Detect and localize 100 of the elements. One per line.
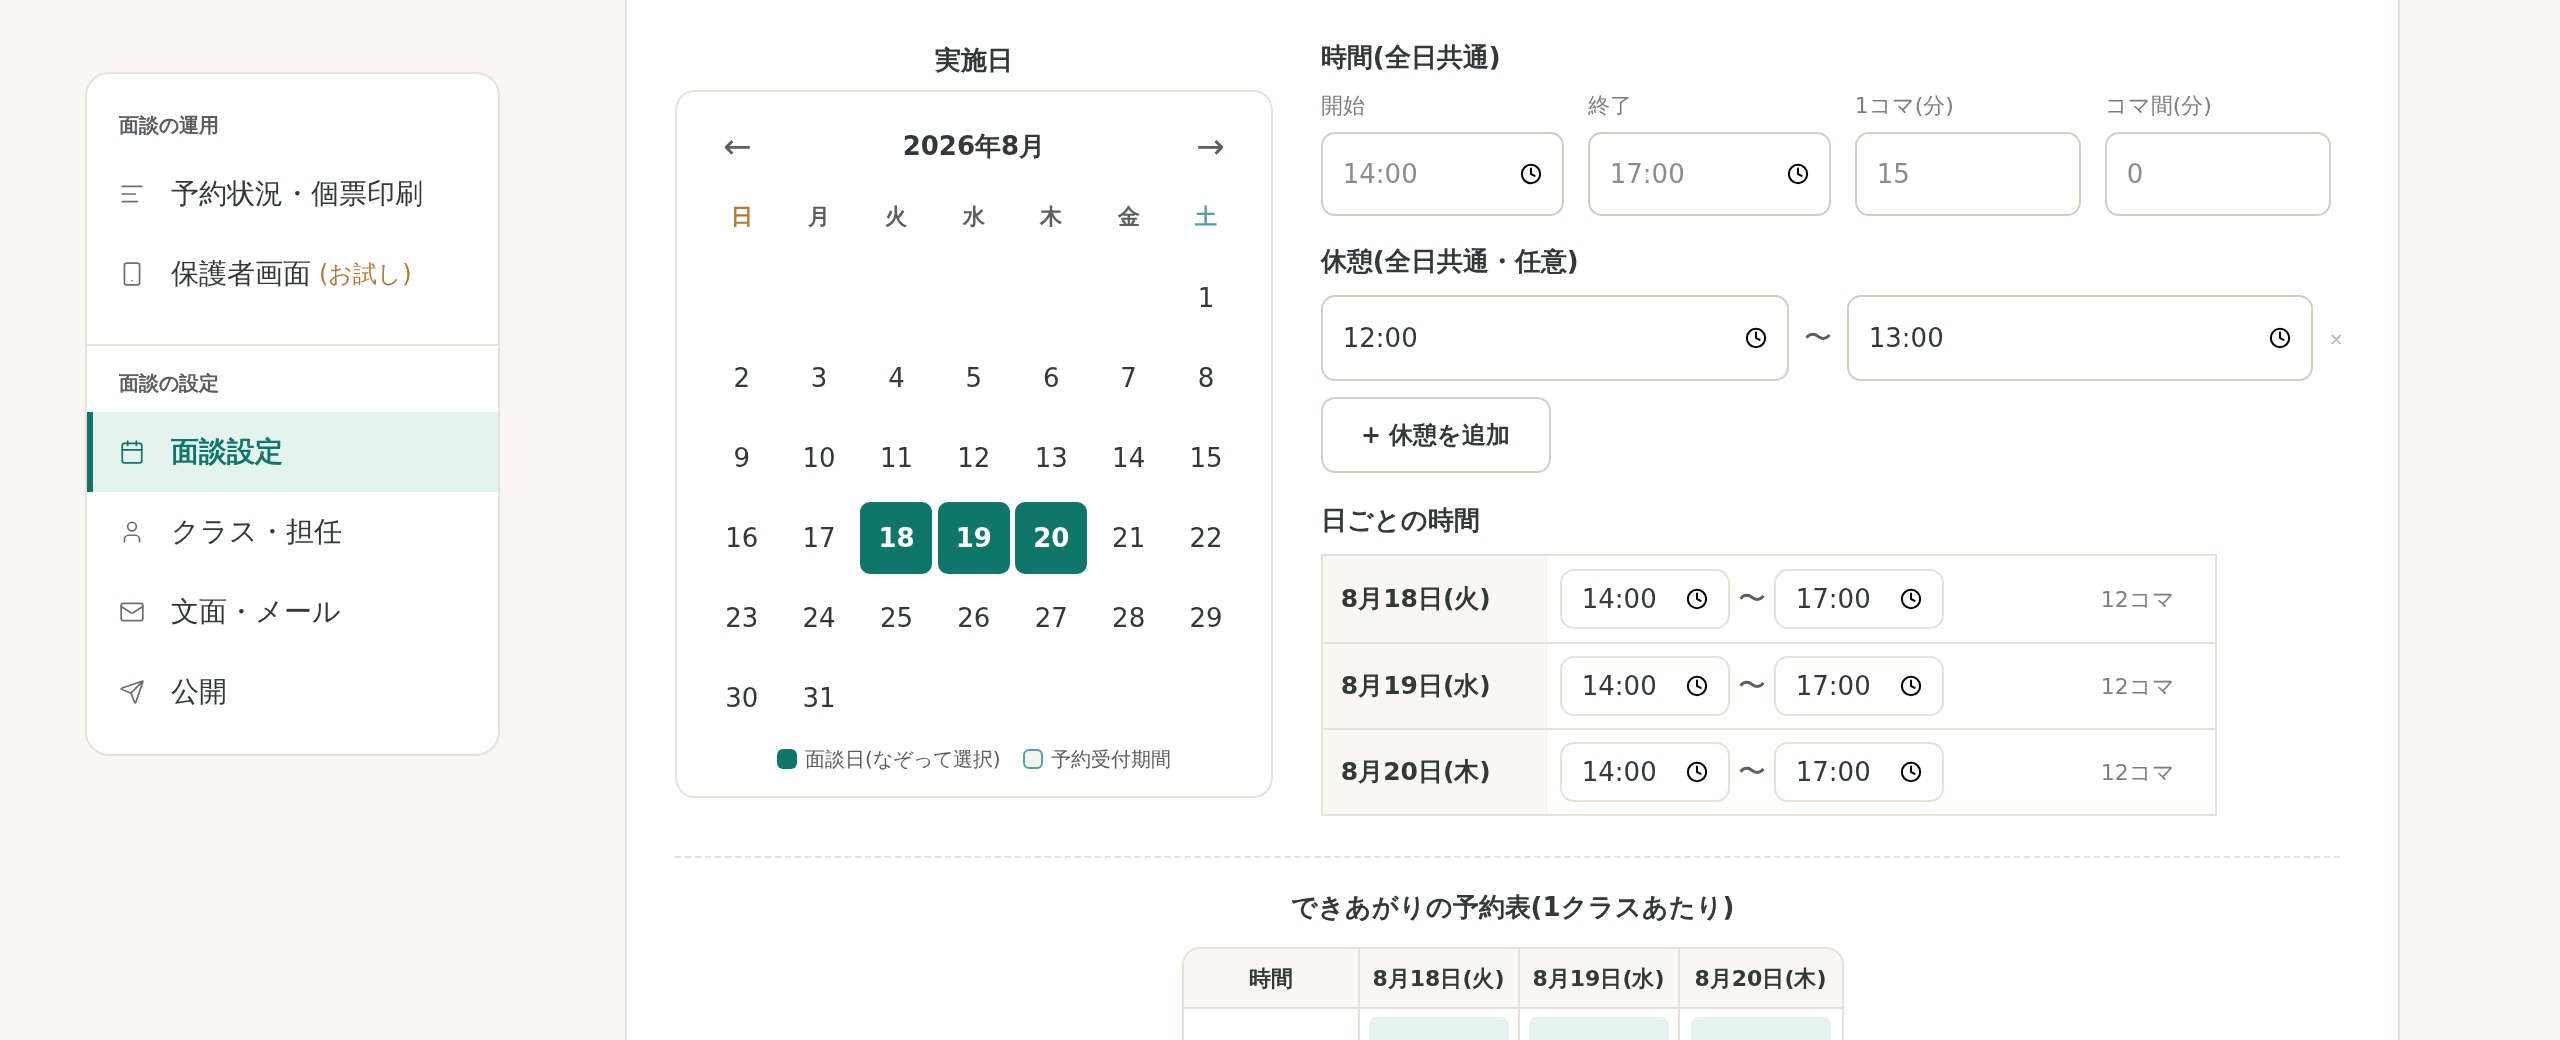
- sidebar-item[interactable]: 保護者画面 (お試し): [87, 234, 498, 314]
- calendar-day[interactable]: 13: [1015, 422, 1088, 494]
- time-field[interactable]: 17:00: [1773, 569, 1944, 629]
- calendar-day[interactable]: 16: [705, 502, 778, 574]
- time-field[interactable]: 14:00: [1559, 569, 1730, 629]
- time-field[interactable]: 17:00: [1773, 656, 1944, 716]
- column-header: 時間: [1247, 964, 1294, 993]
- calendar-day[interactable]: 10: [783, 422, 856, 494]
- legend-label: 面談日(なぞって選択): [805, 746, 1001, 773]
- clock-icon: [1519, 163, 1542, 185]
- previous-month-button[interactable]: ←: [715, 120, 760, 172]
- sidebar-label: 面談設定: [171, 434, 283, 470]
- calendar-day[interactable]: 5: [937, 342, 1010, 414]
- sidebar-label: 文面・メール: [171, 594, 341, 630]
- slot-count: 12コマ: [2100, 672, 2175, 701]
- legend-swatch: [1022, 749, 1043, 769]
- weekday-label: 土: [1194, 202, 1219, 231]
- clock-icon: [1899, 675, 1922, 697]
- calendar-day[interactable]: 21: [1092, 502, 1165, 574]
- column-header: 8月18日(火): [1357, 949, 1518, 1007]
- clock-icon: [1685, 675, 1708, 697]
- section-title: できあがりの予約表(1クラスあたり): [1290, 891, 1735, 924]
- time-field[interactable]: 13:00: [1846, 295, 2313, 381]
- calendar-day[interactable]: 4: [860, 342, 933, 414]
- slot-count: 12コマ: [2100, 585, 2175, 614]
- date-cell: 8月19日(水): [1322, 644, 1548, 728]
- time-field[interactable]: 14:00: [1559, 656, 1730, 716]
- sidebar-item[interactable]: クラス・担任: [87, 492, 498, 572]
- calendar-day[interactable]: 6: [1015, 342, 1088, 414]
- sidebar-item[interactable]: 文面・メール: [87, 572, 498, 652]
- range-separator: 〜: [1736, 581, 1767, 617]
- calendar-day[interactable]: 19: [937, 502, 1010, 574]
- clock-icon: [1899, 761, 1922, 783]
- time-field[interactable]: 12:00: [1320, 295, 1789, 381]
- column-header: 8月19日(水): [1517, 949, 1678, 1007]
- calendar-day[interactable]: 14: [1092, 422, 1165, 494]
- range-separator: 〜: [1802, 320, 1833, 356]
- weekday-label: 水: [961, 202, 986, 231]
- sidebar-item[interactable]: 予約状況・個票印刷: [87, 154, 498, 234]
- sidebar-item[interactable]: 公開: [87, 652, 498, 732]
- calendar-day[interactable]: 8: [1170, 342, 1243, 414]
- calendar-day[interactable]: 30: [705, 662, 778, 734]
- field-label: 終了: [1587, 92, 1633, 120]
- range-separator: 〜: [1736, 668, 1767, 704]
- calendar-day[interactable]: 25: [860, 582, 933, 654]
- calendar-day[interactable]: 26: [937, 582, 1010, 654]
- time-field[interactable]: 14:00: [1559, 742, 1730, 802]
- weekday-label: 木: [1039, 202, 1064, 231]
- calendar-day[interactable]: 23: [705, 582, 778, 654]
- weekday-label: 火: [884, 202, 909, 231]
- calendar-day[interactable]: 9: [705, 422, 778, 494]
- calendar-day[interactable]: 20: [1015, 502, 1088, 574]
- range-separator: 〜: [1736, 754, 1767, 790]
- month-title: 2026年8月: [902, 129, 1046, 163]
- field-label: コマ間(分): [2104, 92, 2213, 120]
- date-cell: 8月20日(木): [1322, 730, 1548, 814]
- calendar-day[interactable]: 7: [1092, 342, 1165, 414]
- calendar-day[interactable]: 18: [860, 502, 933, 574]
- envelope-icon: [119, 599, 145, 625]
- slot-count: 12コマ: [2100, 758, 2175, 787]
- next-month-button[interactable]: →: [1188, 120, 1233, 172]
- date-cell: 8月18日(火): [1322, 556, 1548, 642]
- calendar-day[interactable]: 29: [1170, 582, 1243, 654]
- section-title: 時間(全日共通): [1320, 41, 1502, 74]
- calendar-day[interactable]: 2: [705, 342, 778, 414]
- calendar-day[interactable]: 27: [1015, 582, 1088, 654]
- calendar-day[interactable]: 15: [1170, 422, 1243, 494]
- sidebar-item[interactable]: 面談設定: [87, 412, 498, 492]
- calendar-day[interactable]: 1: [1170, 262, 1243, 334]
- calendar-day[interactable]: 11: [860, 422, 933, 494]
- section-title: 実施日: [934, 43, 1013, 77]
- section-title: 日ごとの時間: [1320, 504, 1481, 537]
- clock-icon: [1744, 327, 1767, 349]
- weekday-label: 金: [1116, 202, 1141, 231]
- section-label: 面談の運用: [118, 112, 220, 139]
- calendar-day[interactable]: 22: [1170, 502, 1243, 574]
- clock-icon: [1899, 588, 1922, 610]
- calendar-day[interactable]: 28: [1092, 582, 1165, 654]
- add-break-button[interactable]: + 休憩を追加: [1320, 397, 1551, 473]
- sidebar-label: 予約状況・個票印刷: [171, 176, 423, 212]
- column-header: 8月20日(木): [1677, 949, 1842, 1007]
- calendar-day[interactable]: 31: [783, 662, 856, 734]
- section-label: 面談の設定: [118, 370, 220, 397]
- paper-plane-icon: [119, 679, 145, 705]
- calendar-day[interactable]: 24: [783, 582, 856, 654]
- clock-icon: [1685, 588, 1708, 610]
- calendar-day[interactable]: 17: [783, 502, 856, 574]
- legend-swatch: [777, 749, 798, 769]
- weekday-label: 日: [729, 202, 754, 231]
- field-label: 1コマ(分): [1854, 92, 1955, 120]
- sidebar-label: 保護者画面: [171, 256, 311, 292]
- calendar-icon: [119, 439, 145, 465]
- clock-icon: [2268, 327, 2291, 349]
- time-field[interactable]: 17:00: [1773, 742, 1944, 802]
- clock-icon: [1685, 761, 1708, 783]
- calendar-day[interactable]: 3: [783, 342, 856, 414]
- sidebar-label: 公開: [171, 674, 227, 710]
- calendar-day[interactable]: 12: [937, 422, 1010, 494]
- weekday-label: 月: [807, 202, 832, 231]
- field-label: 開始: [1320, 92, 1366, 120]
